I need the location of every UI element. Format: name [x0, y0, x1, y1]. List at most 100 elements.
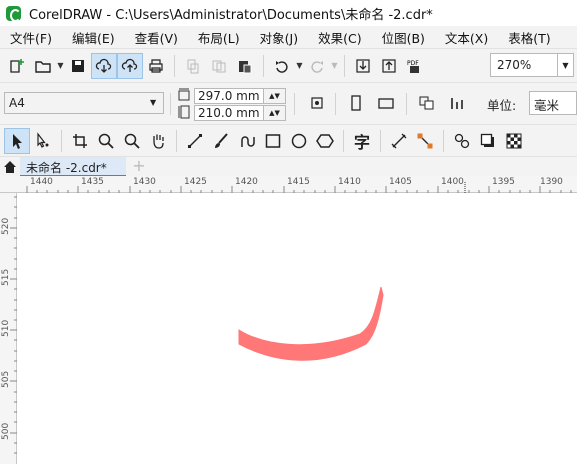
document-tab[interactable]: 未命名 -2.cdr*: [20, 157, 126, 177]
freehand-icon: [188, 133, 202, 148]
checker-icon: [506, 133, 522, 148]
shape-tool-button[interactable]: [30, 128, 56, 154]
toolbar-divider: [170, 93, 171, 115]
new-document-button[interactable]: [4, 53, 30, 79]
ruler-h-label: 1400: [441, 177, 464, 187]
drop-shadow-tool-button[interactable]: [475, 128, 501, 154]
page-width-field[interactable]: 297.0 mm: [194, 88, 264, 104]
open-dropdown-icon[interactable]: ▼: [56, 53, 65, 79]
menu-text[interactable]: 文本(X): [435, 28, 498, 47]
cloud-upload-icon: [121, 58, 138, 72]
drop-shadow-icon: [480, 133, 494, 147]
units-select[interactable]: 毫米: [529, 91, 577, 115]
curved-shape[interactable]: [238, 286, 384, 361]
portrait-icon: [351, 95, 361, 111]
add-tab-button[interactable]: +: [131, 158, 147, 174]
print-button[interactable]: [143, 53, 169, 79]
publish-pdf-button[interactable]: PDF: [402, 53, 428, 79]
page-height-spinner[interactable]: ▲▼: [264, 105, 286, 121]
connector-tool-button[interactable]: [412, 128, 438, 154]
cloud-download-button[interactable]: [91, 52, 117, 79]
page-width-icon: [178, 88, 190, 101]
save-button[interactable]: [65, 53, 91, 79]
title-bar: CorelDRAW - C:\Users\Administrator\Docum…: [0, 0, 577, 26]
rectangle-tool-button[interactable]: [260, 128, 286, 154]
toolbar-divider: [174, 54, 175, 77]
all-pages-button[interactable]: [304, 90, 330, 116]
page-size-select[interactable]: A4: [4, 92, 164, 114]
copy-button[interactable]: [206, 53, 232, 79]
page-width-spinner[interactable]: ▲▼: [264, 88, 286, 104]
all-pages-layout-button[interactable]: [414, 90, 440, 116]
menu-edit[interactable]: 编辑(E): [62, 28, 125, 47]
redo-button[interactable]: [304, 53, 330, 79]
zoom-level-field[interactable]: 270%: [490, 53, 558, 77]
pick-tool-button[interactable]: [4, 127, 30, 154]
blend-icon: [454, 133, 470, 148]
drawing-canvas[interactable]: [18, 194, 577, 464]
paste-icon: [239, 60, 252, 73]
export-button[interactable]: [376, 53, 402, 79]
cut-button[interactable]: [180, 53, 206, 79]
brush-icon: [215, 132, 228, 148]
zoom-out-tool-button[interactable]: [119, 128, 145, 154]
current-page-button[interactable]: [444, 90, 470, 116]
freehand-tool-button[interactable]: [182, 128, 208, 154]
toolbar-divider: [343, 129, 344, 152]
export-icon: [382, 58, 396, 73]
menu-bar: 文件(F) 编辑(E) 查看(V) 布局(L) 对象(J) 效果(C) 位图(B…: [0, 26, 577, 48]
menu-table[interactable]: 表格(T): [498, 28, 560, 47]
blend-tool-button[interactable]: [449, 128, 475, 154]
pan-tool-button[interactable]: [145, 128, 171, 154]
toolbar-divider: [263, 54, 264, 77]
magnifier-icon: [124, 133, 140, 149]
page-height-field[interactable]: 210.0 mm: [194, 105, 264, 121]
menu-view[interactable]: 查看(V): [125, 28, 188, 47]
ruler-h-label: 1425: [184, 177, 207, 187]
menu-effects[interactable]: 效果(C): [308, 28, 371, 47]
copy-icon: [212, 60, 226, 72]
ruler-h-label: 1435: [81, 177, 104, 187]
import-button[interactable]: [350, 53, 376, 79]
smart-fill-tool-button[interactable]: [234, 128, 260, 154]
menu-bitmaps[interactable]: 位图(B): [372, 28, 435, 47]
open-button[interactable]: [30, 53, 56, 79]
paste-button[interactable]: [232, 53, 258, 79]
hand-icon: [153, 134, 164, 149]
horizontal-ruler[interactable]: 1440 1435 1430 1425 1420 1415 1410 1405 …: [0, 176, 577, 193]
pointer-icon: [13, 133, 22, 149]
home-icon[interactable]: [0, 157, 20, 177]
zoom-dropdown-icon[interactable]: ▼: [558, 53, 574, 77]
rectangle-icon: [265, 133, 281, 148]
menu-file[interactable]: 文件(F): [0, 28, 62, 47]
cloud-upload-button[interactable]: [117, 52, 143, 79]
polygon-tool-button[interactable]: [312, 128, 338, 154]
crop-tool-button[interactable]: [67, 128, 93, 154]
ruler-h-label: 1395: [492, 177, 515, 187]
portrait-button[interactable]: [343, 90, 369, 116]
pdf-icon: PDF: [407, 60, 419, 73]
transparency-tool-button[interactable]: [501, 128, 527, 154]
ruler-v-label: 510: [1, 319, 11, 337]
redo-dropdown-icon[interactable]: ▼: [330, 53, 339, 79]
menu-object[interactable]: 对象(J): [250, 28, 308, 47]
vertical-ruler[interactable]: 520 515 510 505 500: [0, 193, 17, 464]
page-height-icon: [178, 105, 190, 119]
zoom-tool-button[interactable]: [93, 128, 119, 154]
ruler-h-label: 1405: [389, 177, 412, 187]
ruler-v-label: 515: [1, 268, 11, 286]
undo-dropdown-icon[interactable]: ▼: [295, 53, 304, 79]
toolbar-divider: [406, 93, 407, 115]
artistic-media-tool-button[interactable]: [208, 128, 234, 154]
page-size-dropdown-icon[interactable]: ▼: [150, 98, 156, 107]
undo-button[interactable]: [269, 53, 295, 79]
units-label: 单位:: [487, 98, 517, 113]
menu-layout[interactable]: 布局(L): [188, 28, 250, 47]
landscape-button[interactable]: [373, 90, 399, 116]
dimension-tool-button[interactable]: [386, 128, 412, 154]
ellipse-tool-button[interactable]: [286, 128, 312, 154]
toolbar-divider: [294, 93, 295, 115]
text-tool-button[interactable]: 字: [349, 128, 375, 154]
ruler-h-label: 1440: [30, 177, 53, 187]
canvas-drawing: [238, 286, 384, 361]
